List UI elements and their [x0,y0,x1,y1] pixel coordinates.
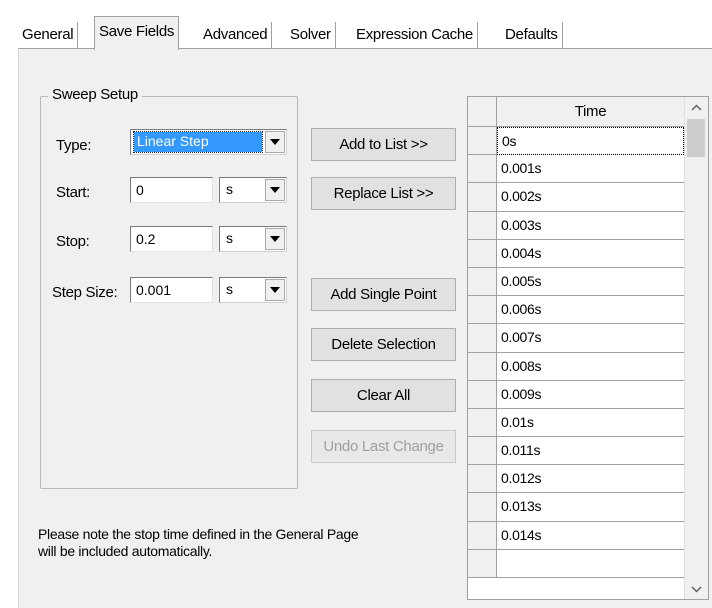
table-row[interactable]: 0.008s [468,352,684,381]
time-cell[interactable]: 0.007s [497,324,684,353]
row-header[interactable] [468,324,497,353]
clear-all-button[interactable]: Clear All [311,379,456,412]
add-to-list-button[interactable]: Add to List >> [311,128,456,161]
note-line-1: Please note the stop time defined in the… [38,526,359,542]
table-row[interactable]: 0.005s [468,267,684,297]
table-row[interactable]: 0.003s [468,211,684,240]
scrollbar-thumb[interactable] [687,119,705,157]
start-unit-value: s [226,181,233,197]
time-cell[interactable]: 0.005s [497,268,684,297]
table-row[interactable]: 0.012s [468,465,684,494]
table-row[interactable]: 0.01s [468,408,684,438]
step-size-label: Step Size: [52,284,118,301]
stop-unit-value: s [226,230,233,246]
chevron-down-icon[interactable] [265,179,285,201]
type-label: Type: [56,137,92,154]
row-header[interactable] [468,465,497,494]
tab-defaults[interactable]: Defaults [501,22,563,48]
undo-last-change-button[interactable]: Undo Last Change [311,430,456,463]
time-cell[interactable] [497,550,684,578]
row-header[interactable] [468,211,497,240]
type-select-value: Linear Step [133,131,263,153]
time-cell[interactable]: 0.013s [497,493,684,522]
table-row[interactable]: 0.011s [468,437,684,466]
time-cell[interactable]: 0.003s [497,212,684,240]
table-row[interactable]: 0.001s [468,155,684,184]
stop-time-note: Please note the stop time defined in the… [38,526,359,560]
tab-expression-cache[interactable]: Expression Cache [352,22,478,48]
table-row[interactable]: 0.006s [468,296,684,325]
row-header[interactable] [468,549,497,578]
grid-corner[interactable] [468,97,497,127]
time-cell[interactable]: 0.012s [497,465,684,494]
note-line-2: will be included automatically. [38,543,213,559]
table-row[interactable]: 0.002s [468,183,684,212]
grid-vertical-scrollbar[interactable] [684,97,708,599]
time-cell[interactable]: 0s [497,127,684,156]
row-header[interactable] [468,239,497,268]
tab-save-fields[interactable]: Save Fields [94,16,180,50]
table-row[interactable]: 0.004s [468,239,684,268]
type-select[interactable]: Linear Step [130,129,287,155]
time-cell[interactable]: 0.008s [497,353,684,381]
grid-rows: 0s 0.001s 0.002s 0.003s 0.004s 0.005s 0.… [468,127,684,578]
table-row[interactable]: 0.013s [468,493,684,522]
start-unit-select[interactable]: s [219,177,287,203]
table-row[interactable] [468,549,684,578]
chevron-down-icon[interactable] [265,228,285,250]
stop-label: Stop: [56,233,90,250]
replace-list-button[interactable]: Replace List >> [311,177,456,210]
row-header[interactable] [468,352,497,381]
row-header[interactable] [468,127,497,156]
step-unit-select[interactable]: s [219,277,287,303]
chevron-down-icon[interactable] [265,279,285,301]
tab-solver[interactable]: Solver [286,22,336,48]
row-header[interactable] [468,183,497,212]
time-cell[interactable]: 0.014s [497,522,684,550]
chevron-down-icon[interactable] [265,131,285,153]
time-grid[interactable]: Time 0s 0.001s 0.002s 0.003s 0.004s 0.00… [467,96,709,600]
start-input[interactable]: 0 [130,177,213,203]
time-column-header[interactable]: Time [497,97,684,127]
row-header[interactable] [468,521,497,550]
time-cell[interactable]: 0.009s [497,381,684,409]
time-cell[interactable]: 0.001s [497,155,684,184]
row-header[interactable] [468,437,497,466]
table-row[interactable]: 0.009s [468,380,684,409]
tab-advanced[interactable]: Advanced [199,22,273,48]
row-header[interactable] [468,267,497,297]
delete-selection-button[interactable]: Delete Selection [311,328,456,361]
chevron-down-icon[interactable] [685,579,708,599]
table-row[interactable]: 0s [468,127,684,156]
time-cell[interactable]: 0.004s [497,240,684,268]
stop-unit-select[interactable]: s [219,226,287,252]
grid-header: Time [468,97,684,127]
time-cell[interactable]: 0.006s [497,296,684,325]
step-size-input[interactable]: 0.001 [130,277,213,303]
row-header[interactable] [468,296,497,325]
add-single-point-button[interactable]: Add Single Point [311,278,456,311]
row-header[interactable] [468,155,497,184]
step-unit-value: s [226,281,233,297]
chevron-up-icon[interactable] [685,97,708,117]
time-cell[interactable]: 0.01s [497,409,684,438]
table-row[interactable]: 0.014s [468,521,684,550]
sweep-setup-title: Sweep Setup [48,86,142,103]
time-cell[interactable]: 0.002s [497,183,684,212]
row-header[interactable] [468,408,497,438]
tab-general[interactable]: General [18,22,79,48]
row-header[interactable] [468,493,497,522]
row-header[interactable] [468,380,497,409]
stop-input[interactable]: 0.2 [130,226,213,252]
time-cell[interactable]: 0.011s [497,437,684,466]
table-row[interactable]: 0.007s [468,324,684,353]
tab-strip: General Save Fields Advanced Solver Expr… [18,12,694,50]
start-label: Start: [56,184,91,201]
